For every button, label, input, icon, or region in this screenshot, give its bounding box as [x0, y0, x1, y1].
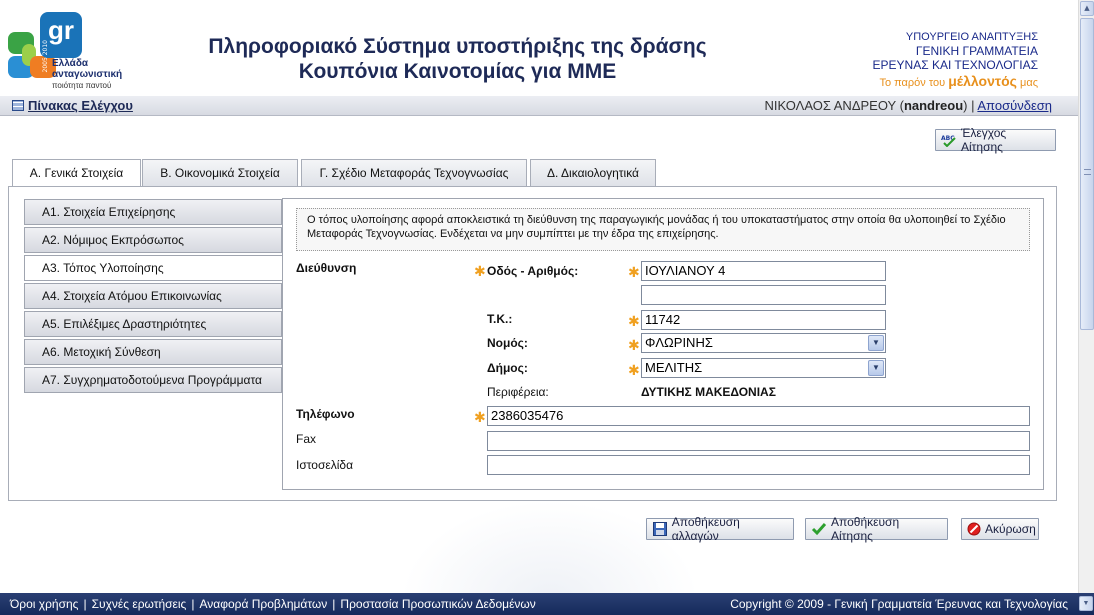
ministry-block: ΥΠΟΥΡΓΕΙΟ ΑΝΑΠΤΥΞΗΣ ΓΕΝΙΚΗ ΓΡΑΜΜΑΤΕΙΑ ΕΡ… — [838, 30, 1038, 90]
save-application-button[interactable]: Αποθήκευση Αίτησης — [805, 515, 948, 543]
ministry-line3: ΕΡΕΥΝΑΣ ΚΑΙ ΤΕΧΝΟΛΟΓΙΑΣ — [872, 58, 1038, 72]
ministry-line2: ΓΕΝΙΚΗ ΓΡΑΜΜΑΤΕΙΑ — [915, 44, 1038, 58]
street-input[interactable]: ΙΟΥΛΙΑΝΟΥ 4 — [641, 261, 886, 281]
motto-emphasis: μέλλοντός — [948, 73, 1017, 89]
footer-separator: | — [332, 597, 336, 611]
sidebar-item-location[interactable]: Α3. Τόπος Υλοποίησης — [24, 255, 284, 281]
footer-link-report[interactable]: Αναφορά Προβλημάτων — [199, 597, 327, 611]
logo-years: 2005 2010 — [42, 40, 49, 73]
info-note: Ο τόπος υλοποίησης αφορά αποκλειστικά τη… — [296, 208, 1030, 251]
page-title: Πληροφοριακό Σύστημα υποστήριξης της δρά… — [170, 34, 745, 84]
dashboard-link-label: Πίνακας Ελέγχου — [28, 98, 133, 113]
check-application-label: Έλεγχος Αίτησης — [961, 126, 1007, 154]
region-label: Περιφέρεια: — [487, 385, 549, 399]
scroll-down-icon[interactable]: ▼ — [1079, 596, 1093, 611]
logo-line2: ανταγωνιστική — [52, 69, 123, 80]
footer-link-faq[interactable]: Συχνές ερωτήσεις — [92, 597, 187, 611]
motto-post: μας — [1020, 77, 1038, 89]
logo-text: Ελλάδα ανταγωνιστική ποιότητα παντού — [52, 58, 122, 91]
sidebar-item-shareholders[interactable]: Α6. Μετοχική Σύνθεση — [24, 339, 282, 365]
cancel-icon — [967, 522, 981, 536]
municipality-label: Δήμος: — [487, 361, 528, 375]
footer-link-privacy[interactable]: Προστασία Προσωπικών Δεδομένων — [340, 597, 535, 611]
floppy-icon — [652, 522, 668, 536]
website-input[interactable] — [487, 455, 1030, 475]
vertical-scrollbar[interactable]: ▲ — [1078, 0, 1094, 615]
title-line1: Πληροφοριακό Σύστημα υποστήριξης της δρά… — [208, 35, 707, 58]
top-navigation-bar: Πίνακας Ελέγχου ΝΙΚΟΛΑΟΣ ΑΝΔΡΕΟΥ (nandre… — [0, 96, 1078, 116]
save-changes-button[interactable]: Αποθήκευση αλλαγών — [646, 515, 794, 543]
motto-pre: Το παρόν του — [879, 77, 946, 89]
save-changes-label: Αποθήκευση αλλαγών — [671, 515, 740, 543]
logout-link[interactable]: Αποσύνδεση — [977, 98, 1052, 113]
footer-links: Όροι χρήσης | Συχνές ερωτήσεις | Αναφορά Προ… — [10, 593, 536, 615]
chevron-down-icon[interactable]: ▼ — [868, 360, 884, 376]
user-full-name: ΝΙΚΟΛΑΟΣ ΑΝΔΡΕΟΥ — [764, 98, 896, 113]
sidebar-item-contact-person[interactable]: Α4. Στοιχεία Ατόμου Επικοινωνίας — [24, 283, 282, 309]
ministry-motto: Το παρόν του μέλλοντός μας — [838, 74, 1038, 90]
ministry-line1: ΥΠΟΥΡΓΕΙΟ ΑΝΑΠΤΥΞΗΣ — [905, 31, 1038, 43]
phone-label: Τηλέφωνο — [296, 407, 355, 421]
tab-documents[interactable]: Δ. Δικαιολογητικά — [530, 159, 656, 186]
user-info: ΝΙΚΟΛΑΟΣ ΑΝΔΡΕΟΥ (nandreou) | Αποσύνδεση — [764, 98, 1052, 113]
street-line2-input[interactable] — [641, 285, 886, 305]
tab-financial[interactable]: Β. Οικονομικά Στοιχεία — [142, 159, 298, 186]
required-icon: ✱ — [628, 314, 640, 330]
phone-input[interactable]: 2386035476 — [487, 406, 1030, 426]
website-label: Ιστοσελίδα — [296, 458, 354, 472]
required-icon: ✱ — [628, 363, 640, 379]
save-application-label: Αποθήκευση Αίτησης — [831, 515, 900, 543]
page-footer: Όροι χρήσης | Συχνές ερωτήσεις | Αναφορά Προ… — [0, 593, 1094, 615]
sidebar-item-cofunded[interactable]: Α7. Συγχρηματοδοτούμενα Προγράμματα — [24, 367, 282, 393]
scroll-up-icon[interactable]: ▲ — [1080, 1, 1094, 16]
dashboard-link[interactable]: Πίνακας Ελέγχου — [12, 98, 133, 113]
sidebar-item-activities[interactable]: Α5. Επιλέξιμες Δραστηριότητες — [24, 311, 282, 337]
user-login: nandreou — [903, 98, 964, 113]
brand-logo: gr 2005 2010 Ελλάδα ανταγωνιστική ποιότη… — [8, 10, 143, 90]
required-icon: ✱ — [474, 264, 486, 280]
sidebar-item-representative[interactable]: Α2. Νόμιμος Εκπρόσωπος — [24, 227, 282, 253]
footer-separator: | — [191, 597, 195, 611]
region-value: ΔΥΤΙΚΗΣ ΜΑΚΕΔΟΝΙΑΣ — [641, 385, 776, 399]
check-application-button[interactable]: ABC Έλεγχος Αίτησης — [935, 126, 1056, 154]
spellcheck-icon: ABC — [941, 133, 957, 148]
fax-label: Fax — [296, 432, 317, 446]
postal-code-input[interactable]: 11742 — [641, 310, 886, 330]
address-label: Διεύθυνση — [296, 261, 357, 275]
prefecture-select[interactable]: ΦΛΩΡΙΝΗΣ ▼ — [641, 333, 886, 353]
logo-line1: Ελλάδα — [52, 58, 89, 69]
fax-input[interactable] — [487, 431, 1030, 451]
grid-icon — [12, 100, 24, 111]
grip-icon — [1084, 169, 1091, 175]
footer-link-terms[interactable]: Όροι χρήσης — [10, 597, 78, 611]
chevron-down-icon[interactable]: ▼ — [868, 335, 884, 351]
required-icon: ✱ — [474, 410, 486, 426]
prefecture-label: Νομός: — [487, 336, 528, 350]
required-icon: ✱ — [628, 265, 640, 281]
scrollbar-thumb[interactable] — [1080, 18, 1094, 330]
footer-copyright: Copyright © 2009 - Γενική Γραμματεία Έρε… — [730, 597, 1068, 611]
title-line2: Κουπόνια Καινοτομίας για ΜΜΕ — [298, 60, 617, 83]
tab-general[interactable]: Α. Γενικά Στοιχεία — [12, 159, 141, 187]
footer-separator: | — [83, 597, 87, 611]
sidebar-item-company[interactable]: Α1. Στοιχεία Επιχείρησης — [24, 199, 282, 225]
logo-line3: ποιότητα παντού — [52, 81, 112, 90]
required-icon: ✱ — [628, 338, 640, 354]
check-icon — [811, 522, 827, 536]
municipality-selected-value: ΜΕΛΙΤΗΣ — [645, 360, 703, 375]
municipality-select[interactable]: ΜΕΛΙΤΗΣ ▼ — [641, 358, 886, 378]
cancel-button[interactable]: Ακύρωση — [961, 518, 1039, 540]
prefecture-selected-value: ΦΛΩΡΙΝΗΣ — [645, 335, 713, 350]
tab-transfer-plan[interactable]: Γ. Σχέδιο Μεταφοράς Τεχνογνωσίας — [301, 159, 527, 186]
page-header: gr 2005 2010 Ελλάδα ανταγωνιστική ποιότη… — [0, 0, 1078, 96]
street-label: Οδός - Αριθμός: — [487, 264, 579, 278]
postal-code-label: Τ.Κ.: — [487, 312, 513, 326]
cancel-label: Ακύρωση — [985, 522, 1036, 536]
background-watermark — [400, 500, 700, 600]
